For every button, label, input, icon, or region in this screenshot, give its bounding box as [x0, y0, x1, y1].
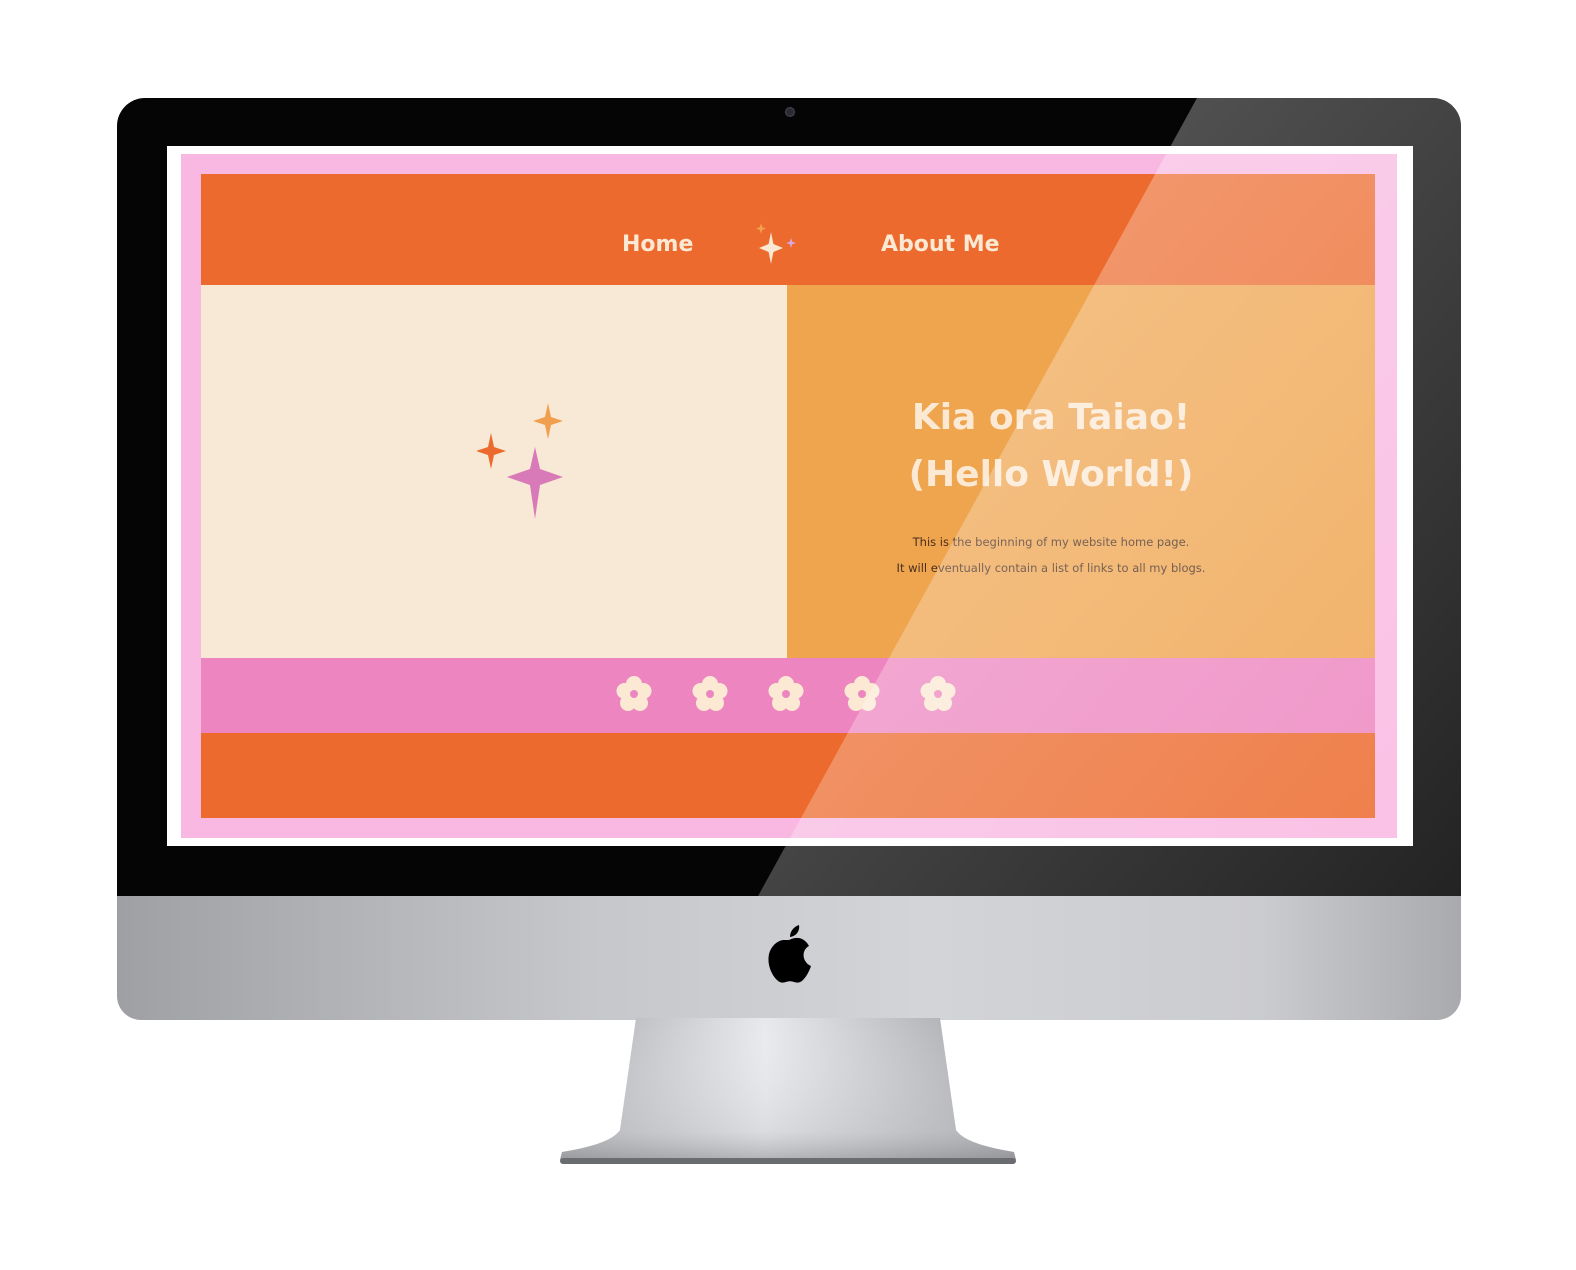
monitor-bezel: Home About Me Kia ora Taiao! (Hello Worl…: [117, 98, 1461, 898]
imac-monitor: Home About Me Kia ora Taiao! (Hello Worl…: [117, 98, 1461, 1020]
camera-icon: [785, 107, 795, 117]
hero-title: Kia ora Taiao! (Hello World!): [787, 389, 1315, 503]
screen: Home About Me Kia ora Taiao! (Hello Worl…: [167, 146, 1413, 846]
monitor-stand: [560, 1018, 1016, 1164]
website-frame: Home About Me Kia ora Taiao! (Hello Worl…: [181, 154, 1397, 838]
sparkles-icon: [756, 223, 796, 264]
sparkles-icon: [477, 403, 563, 519]
hero-title-line2: (Hello World!): [908, 454, 1194, 495]
hero-paragraph-line1: This is the beginning of my website home…: [912, 535, 1190, 549]
flower-band: [201, 658, 1375, 733]
nav-about-me-link[interactable]: About Me: [881, 232, 1000, 257]
flower-icon: [920, 676, 956, 711]
flower-icon: [692, 676, 728, 711]
flower-icon: [844, 676, 880, 711]
hero-image-panel: [201, 285, 787, 658]
top-navigation: Home About Me: [201, 174, 1375, 285]
flower-icon: [616, 676, 652, 711]
hero-title-line1: Kia ora Taiao!: [911, 397, 1191, 438]
flower-icon: [768, 676, 804, 711]
website-page: Home About Me Kia ora Taiao! (Hello Worl…: [201, 174, 1375, 818]
hero-text-panel: Kia ora Taiao! (Hello World!) This is th…: [787, 285, 1375, 658]
nav-home-link[interactable]: Home: [622, 232, 693, 257]
hero-paragraph: This is the beginning of my website home…: [787, 529, 1315, 581]
apple-logo-icon: [768, 925, 811, 983]
footer-bar: [201, 733, 1375, 818]
hero-paragraph-line2: It will eventually contain a list of lin…: [896, 561, 1206, 575]
monitor-chin: [117, 896, 1461, 1020]
